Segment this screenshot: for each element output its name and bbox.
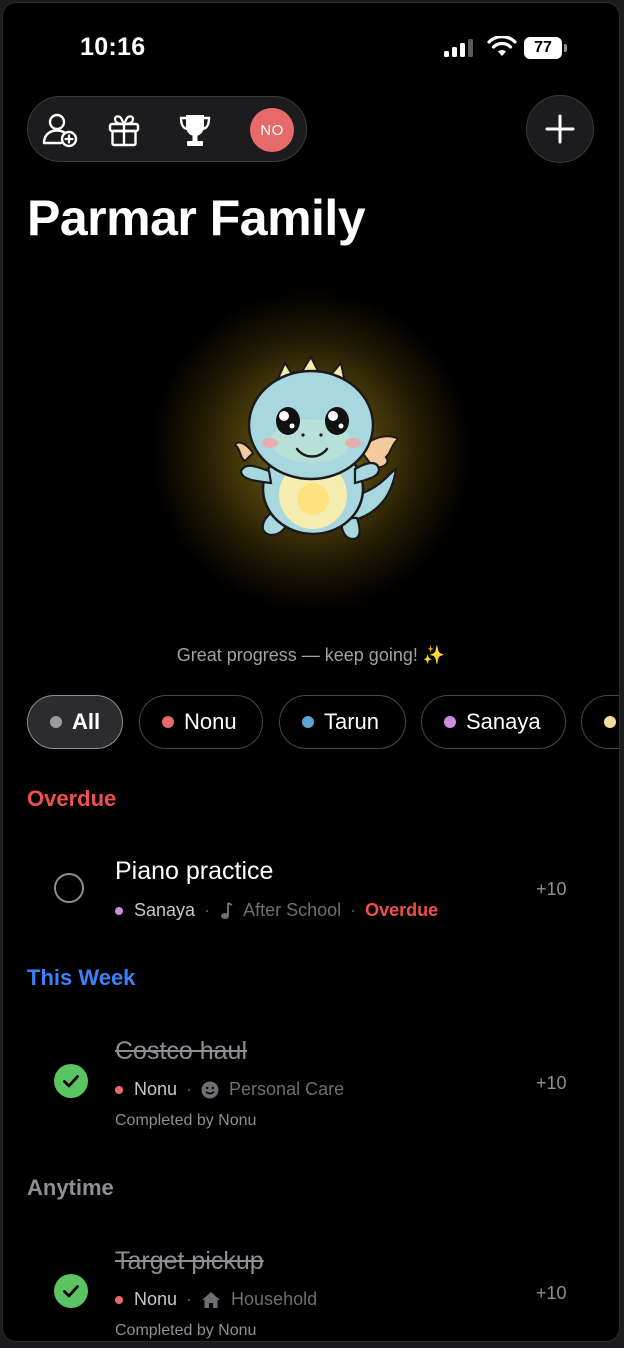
progress-message: Great progress — keep going! ✨ [176, 645, 446, 665]
section-header-overdue: Overdue [27, 786, 117, 811]
person-dot [115, 1085, 123, 1094]
filter-label: All [72, 709, 101, 734]
task-assignee: Nonu [134, 1079, 178, 1099]
cellular-signal-icon [444, 39, 473, 57]
status-time: 10:16 [80, 33, 146, 61]
status-bar: 10:16 77 [3, 3, 619, 93]
meta-separator: · [186, 1289, 193, 1309]
task-category: After School [243, 900, 342, 920]
task-checkbox-checked[interactable] [54, 1274, 88, 1308]
meta-separator: · [186, 1079, 193, 1099]
person-dot [115, 906, 123, 915]
filter-label: Nonu [184, 709, 237, 734]
battery-tip [564, 44, 567, 52]
member-filter-bar: All Nonu Tarun Sanaya [27, 695, 619, 751]
invite-member-button[interactable] [40, 110, 80, 150]
task-title: Costco haul [115, 1037, 248, 1065]
task-assignee: Nonu [134, 1289, 178, 1309]
task-meta: Nonu · Personal Care [115, 1079, 344, 1100]
filter-chip-more[interactable] [581, 695, 619, 749]
music-note-icon [219, 901, 233, 920]
filter-dot [50, 716, 62, 728]
gift-icon [108, 115, 140, 147]
meta-separator: · [350, 900, 357, 920]
filter-dot [302, 716, 314, 728]
top-toolbar: NO [27, 96, 307, 162]
section-header-anytime: Anytime [27, 1175, 114, 1200]
filter-label: Tarun [324, 709, 380, 734]
task-points: +10 [536, 1283, 567, 1303]
task-row[interactable]: Target pickup Nonu · Household Completed… [3, 1243, 619, 1341]
house-icon [201, 1291, 221, 1309]
task-row[interactable]: Costco haul Nonu · Personal Care Complet… [3, 1033, 619, 1143]
trophy-icon [179, 115, 211, 146]
task-meta: Sanaya · After School · Overdue [115, 900, 438, 921]
task-checkbox[interactable] [54, 873, 84, 903]
filter-dot [604, 716, 616, 728]
task-assignee: Sanaya [134, 900, 196, 920]
task-points: +10 [536, 879, 567, 899]
filter-dot [444, 716, 456, 728]
section-header-this-week: This Week [27, 965, 136, 990]
task-checkbox-checked[interactable] [54, 1064, 88, 1098]
task-row[interactable]: Piano practice Sanaya · After School · O… [3, 848, 619, 938]
smiley-icon [201, 1081, 219, 1099]
completed-by-label: Completed by Nonu [115, 1112, 257, 1129]
overdue-status: Overdue [365, 900, 439, 920]
completed-by-label: Completed by Nonu [115, 1322, 257, 1339]
add-user-icon [42, 113, 78, 148]
task-title: Target pickup [115, 1247, 264, 1275]
page-title: Parmar Family [27, 190, 366, 246]
filter-chip-sanaya[interactable]: Sanaya [421, 695, 566, 749]
rewards-button[interactable] [104, 110, 144, 150]
plus-icon [545, 114, 575, 144]
filter-chip-tarun[interactable]: Tarun [279, 695, 406, 749]
profile-avatar[interactable]: NO [250, 108, 294, 152]
meta-separator: · [204, 900, 211, 920]
task-category: Personal Care [229, 1079, 345, 1099]
checkmark-icon [63, 1075, 79, 1088]
battery-indicator: 77 [524, 37, 562, 59]
wifi-icon [487, 36, 517, 56]
task-category: Household [231, 1289, 318, 1309]
add-task-button[interactable] [526, 95, 594, 163]
task-title: Piano practice [115, 857, 274, 885]
task-meta: Nonu · Household [115, 1289, 317, 1310]
filter-label: Sanaya [466, 709, 541, 734]
app-screen: 10:16 77 NO Parmar Family Great progress… [2, 2, 620, 1342]
leaderboard-button[interactable] [175, 110, 215, 150]
filter-chip-all[interactable]: All [27, 695, 123, 749]
dragon-mascot-icon [233, 354, 400, 541]
filter-chip-nonu[interactable]: Nonu [139, 695, 263, 749]
task-points: +10 [536, 1073, 567, 1093]
checkmark-icon [63, 1285, 79, 1298]
person-dot [115, 1295, 123, 1304]
filter-dot [162, 716, 174, 728]
